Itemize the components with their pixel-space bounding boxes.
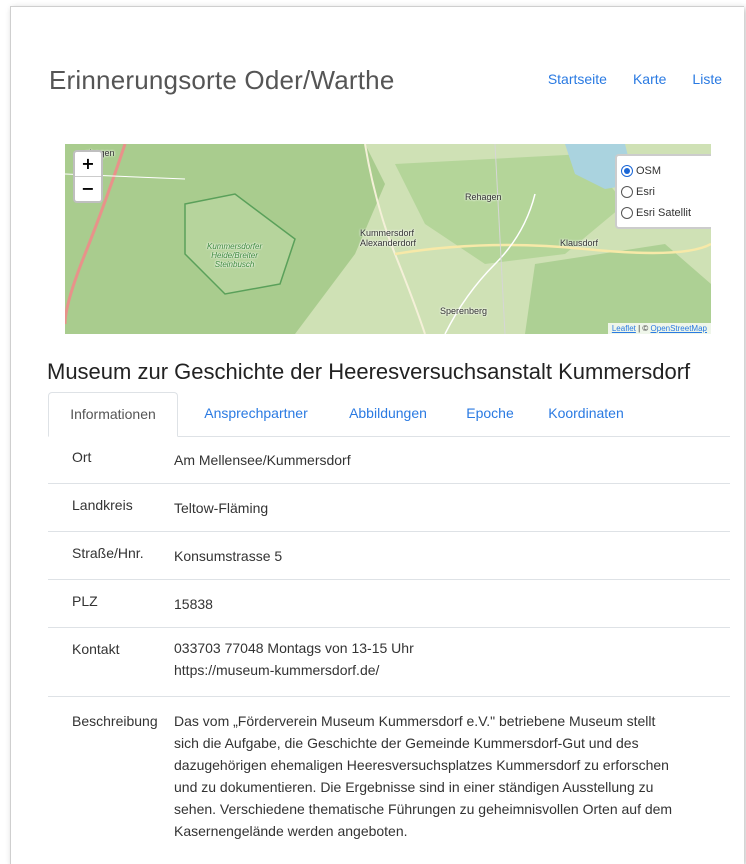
layer-option-osm[interactable]: OSM (621, 160, 711, 181)
beschreibung-line: sich die Aufgabe, die Geschichte der Gem… (174, 735, 639, 751)
landkreis-label: Landkreis (72, 497, 133, 513)
ort-value: Am Mellensee/Kummersdorf (174, 452, 351, 468)
table-row: Landkreis Teltow-Fläming (48, 484, 730, 532)
map-label-heide-line1: Kummersdorfer (207, 242, 263, 251)
map-label-rehagen: Rehagen (465, 192, 502, 202)
layer-osm-radio[interactable] (621, 164, 633, 177)
nav-liste-link[interactable]: Liste (692, 71, 722, 87)
map-zoom-control: + − (73, 150, 103, 203)
ort-label: Ort (72, 449, 92, 465)
layer-esri-label: Esri (636, 185, 655, 198)
info-table: Ort Am Mellensee/Kummersdorf Landkreis T… (48, 437, 730, 857)
page-frame: Erinnerungsorte Oder/Warthe Startseite K… (10, 6, 744, 864)
table-row: Beschreibung Das vom „Förderverein Museu… (48, 697, 730, 857)
plz-value: 15838 (174, 596, 213, 612)
map-label-klausdorf: Klausdorf (560, 238, 599, 248)
layer-option-esri-satellit[interactable]: Esri Satellit (621, 202, 711, 223)
zoom-in-button[interactable]: + (75, 152, 101, 177)
place-title: Museum zur Geschichte der Heeresversuchs… (47, 359, 691, 384)
attribution-separator: | © (635, 324, 651, 333)
tab-abbildungen[interactable]: Abbildungen (338, 392, 438, 435)
tab-bar: Informationen Ansprechpartner Abbildunge… (48, 392, 730, 437)
beschreibung-label: Beschreibung (72, 713, 158, 729)
map-view[interactable]: shagen Rehagen Kummersdorf Alexanderdorf… (65, 144, 711, 334)
kontakt-value: 033703 77048 Montags von 13-15 Uhr https… (174, 637, 724, 681)
table-row: Kontakt 033703 77048 Montags von 13-15 U… (48, 628, 730, 697)
map-label-heide-line3: Steinbusch (214, 260, 255, 269)
layer-option-esri[interactable]: Esri (621, 181, 711, 202)
leaflet-link[interactable]: Leaflet (612, 324, 636, 333)
map-label-alexanderdorf: Alexanderdorf (360, 238, 417, 248)
nav-startseite-link[interactable]: Startseite (548, 71, 607, 87)
tab-informationen[interactable]: Informationen (48, 392, 178, 437)
landkreis-value: Teltow-Fläming (174, 500, 269, 516)
strasse-label: Straße/Hnr. (72, 545, 144, 561)
map-label-kummersdorf: Kummersdorf (360, 228, 415, 238)
top-nav: Startseite Karte Liste (548, 71, 722, 87)
site-header: Erinnerungsorte Oder/Warthe Startseite K… (49, 65, 722, 105)
map-label-heide-line2: Heide/Breiter (211, 251, 258, 260)
beschreibung-line: und zu dokumentieren. Die Ergebnisse sin… (174, 779, 654, 795)
table-row: Ort Am Mellensee/Kummersdorf (48, 437, 730, 484)
map-attribution: Leaflet | © OpenStreetMap (607, 323, 711, 334)
beschreibung-line: Das vom „Förderverein Museum Kummersdorf… (174, 713, 656, 729)
table-row: PLZ 15838 (48, 580, 730, 628)
tab-koordinaten[interactable]: Koordinaten (536, 392, 636, 435)
kontakt-phone: 033703 77048 Montags von 13-15 Uhr (174, 640, 414, 656)
site-title: Erinnerungsorte Oder/Warthe (49, 65, 395, 95)
layer-osm-label: OSM (636, 164, 662, 177)
beschreibung-line: sehen. Verschiedene thematische Führunge… (174, 801, 673, 817)
beschreibung-line: dazugehörigen ehemaligen Heeresversuchsp… (174, 757, 669, 773)
table-row: Straße/Hnr. Konsumstrasse 5 (48, 532, 730, 580)
openstreetmap-link[interactable]: OpenStreetMap (651, 324, 707, 333)
tab-ansprechpartner[interactable]: Ansprechpartner (194, 392, 318, 435)
beschreibung-line: Kasernengelände werden angeboten. (174, 823, 408, 839)
zoom-out-button[interactable]: − (75, 177, 101, 201)
map-label-heide: Kummersdorfer Heide/Breiter Steinbusch (207, 242, 262, 269)
plz-label: PLZ (72, 593, 98, 609)
strasse-value: Konsumstrasse 5 (174, 548, 283, 564)
kontakt-label: Kontakt (72, 641, 120, 657)
tab-epoche[interactable]: Epoche (458, 392, 522, 435)
kontakt-url: https://museum-kummersdorf.de/ (174, 662, 380, 678)
layer-switcher: OSM Esri Esri Satellit (615, 154, 711, 229)
layer-esri-satellit-label: Esri Satellit (636, 206, 692, 219)
map-label-sperenberg: Sperenberg (440, 306, 488, 316)
beschreibung-value: Das vom „Förderverein Museum Kummersdorf… (174, 710, 724, 842)
layer-esri-radio[interactable] (621, 185, 633, 198)
layer-esri-satellit-radio[interactable] (621, 206, 633, 219)
nav-karte-link[interactable]: Karte (633, 71, 666, 87)
